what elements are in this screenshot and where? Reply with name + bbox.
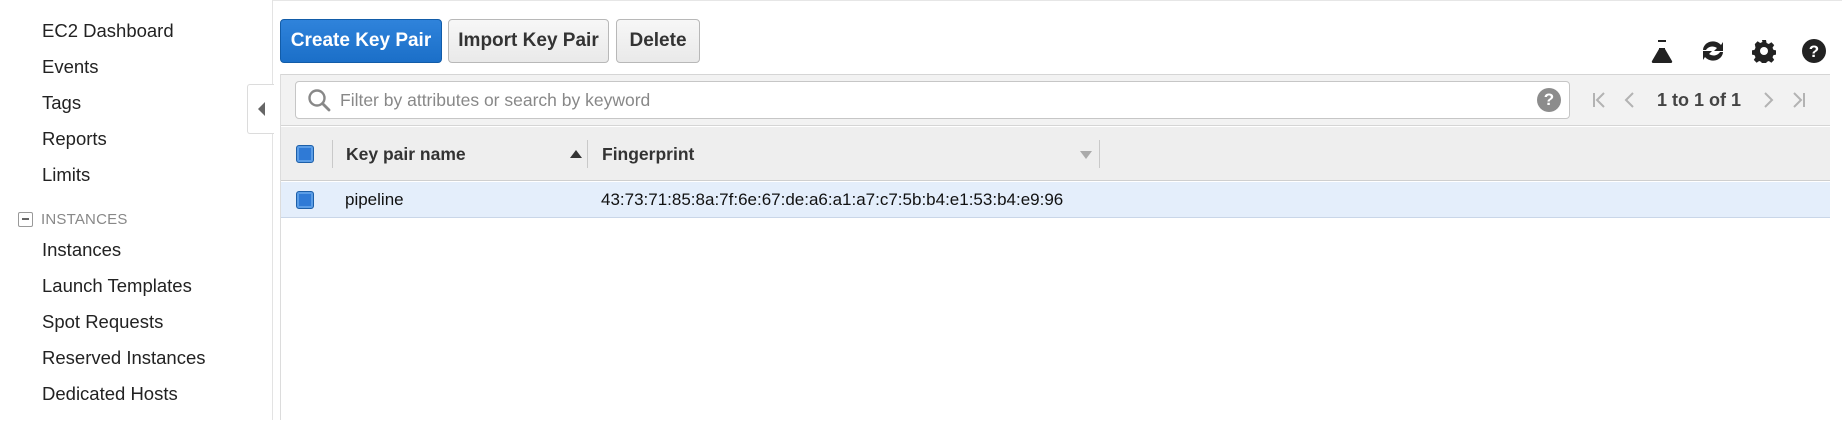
- column-divider: [332, 140, 333, 168]
- delete-button[interactable]: Delete: [616, 19, 700, 63]
- table-header: Key pair name Fingerprint: [280, 127, 1830, 181]
- sidebar-item-events[interactable]: Events: [42, 56, 99, 78]
- table-row[interactable]: pipeline 43:73:71:85:8a:7f:6e:67:de:a6:a…: [280, 182, 1830, 218]
- sidebar-section-label: INSTANCES: [41, 210, 128, 228]
- next-page-icon[interactable]: [1753, 85, 1783, 115]
- select-all-checkbox[interactable]: [296, 145, 314, 163]
- top-border: [0, 0, 1842, 1]
- sidebar: EC2 Dashboard Events Tags Reports Limits…: [0, 0, 273, 420]
- sidebar-item-tags[interactable]: Tags: [42, 92, 81, 114]
- column-header-key-pair-name[interactable]: Key pair name: [346, 127, 586, 181]
- chevron-left-icon: [257, 102, 265, 116]
- column-header-fingerprint[interactable]: Fingerprint: [602, 127, 1092, 181]
- help-icon[interactable]: ?: [1800, 37, 1828, 65]
- key-pair-name-cell: pipeline: [345, 190, 404, 209]
- pagination: 1 to 1 of 1: [1585, 75, 1813, 125]
- last-page-icon[interactable]: [1783, 85, 1813, 115]
- column-divider: [1099, 140, 1100, 168]
- collapse-section-icon[interactable]: [18, 211, 33, 227]
- refresh-icon[interactable]: [1699, 37, 1727, 65]
- sort-unsorted-icon: [1080, 151, 1092, 159]
- flask-icon[interactable]: [1648, 37, 1676, 65]
- sidebar-item-instances[interactable]: Instances: [42, 239, 121, 261]
- create-key-pair-button[interactable]: Create Key Pair: [280, 19, 442, 63]
- prev-page-icon[interactable]: [1615, 85, 1645, 115]
- sidebar-collapse-toggle[interactable]: [247, 84, 274, 134]
- sort-ascending-icon: [570, 150, 582, 158]
- search-box: ?: [295, 81, 1570, 119]
- column-header-label: Fingerprint: [602, 143, 695, 164]
- sidebar-item-ec2-dashboard[interactable]: EC2 Dashboard: [42, 20, 174, 42]
- sidebar-item-launch-templates[interactable]: Launch Templates: [42, 275, 192, 297]
- sidebar-item-dedicated-hosts[interactable]: Dedicated Hosts: [42, 383, 178, 405]
- sidebar-section-instances[interactable]: INSTANCES: [18, 209, 128, 229]
- search-icon: [304, 85, 334, 115]
- row-checkbox[interactable]: [296, 191, 314, 209]
- content-left-border: [280, 74, 281, 420]
- select-all-checkbox-cell: [296, 127, 314, 181]
- svg-text:?: ?: [1809, 42, 1819, 61]
- sidebar-item-limits[interactable]: Limits: [42, 164, 90, 186]
- fingerprint-cell: 43:73:71:85:8a:7f:6e:67:de:a6:a1:a7:c7:5…: [601, 190, 1064, 209]
- sidebar-item-reports[interactable]: Reports: [42, 128, 107, 150]
- gear-icon[interactable]: [1750, 37, 1778, 65]
- sidebar-item-reserved-instances[interactable]: Reserved Instances: [42, 347, 206, 369]
- import-key-pair-button[interactable]: Import Key Pair: [448, 19, 609, 63]
- sidebar-item-spot-requests[interactable]: Spot Requests: [42, 311, 163, 333]
- column-divider: [587, 140, 588, 168]
- filter-bar: ? 1 to 1 of 1: [280, 74, 1830, 126]
- column-header-label: Key pair name: [346, 143, 466, 164]
- page-range-label: 1 to 1 of 1: [1657, 89, 1742, 110]
- search-help-icon[interactable]: ?: [1537, 88, 1561, 112]
- row-checkbox-cell: [296, 182, 314, 218]
- search-input[interactable]: [334, 82, 1537, 118]
- first-page-icon[interactable]: [1585, 85, 1615, 115]
